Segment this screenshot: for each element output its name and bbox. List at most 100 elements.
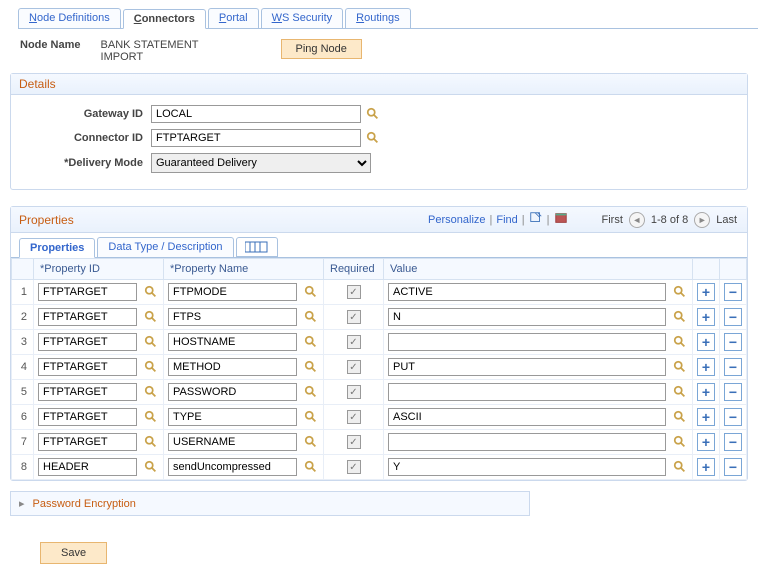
- next-icon[interactable]: ►: [694, 212, 710, 228]
- lookup-icon[interactable]: [303, 334, 319, 350]
- sub-tabs: Properties Data Type / Description: [11, 233, 747, 258]
- value-input[interactable]: [388, 458, 666, 476]
- tab-connectors[interactable]: Connectors: [123, 9, 206, 29]
- add-row-button[interactable]: +: [697, 383, 715, 401]
- row-number: 5: [12, 380, 34, 405]
- find-link[interactable]: Find: [496, 214, 517, 226]
- gateway-id-input[interactable]: [151, 105, 361, 123]
- col-property-id[interactable]: *Property ID: [34, 259, 164, 280]
- password-encryption-label: Password Encryption: [33, 498, 136, 510]
- lookup-icon[interactable]: [303, 384, 319, 400]
- lookup-icon[interactable]: [672, 384, 688, 400]
- password-encryption-section[interactable]: ▸ Password Encryption: [10, 491, 530, 516]
- lookup-icon[interactable]: [303, 309, 319, 325]
- delete-row-button[interactable]: −: [724, 283, 742, 301]
- properties-title: Properties: [19, 213, 74, 227]
- col-required[interactable]: Required: [324, 259, 384, 280]
- col-property-name[interactable]: *Property Name: [164, 259, 324, 280]
- lookup-icon[interactable]: [672, 409, 688, 425]
- ping-node-button[interactable]: Ping Node: [281, 39, 362, 59]
- delete-row-button[interactable]: −: [724, 358, 742, 376]
- expand-icon[interactable]: ▸: [19, 497, 25, 510]
- tab-node-definitions[interactable]: Node Definitions: [18, 8, 121, 28]
- add-row-button[interactable]: +: [697, 433, 715, 451]
- property-id-input[interactable]: [38, 458, 137, 476]
- last-link[interactable]: Last: [716, 214, 737, 226]
- value-input[interactable]: [388, 333, 666, 351]
- lookup-icon[interactable]: [672, 459, 688, 475]
- connector-id-input[interactable]: [151, 129, 361, 147]
- value-input[interactable]: [388, 433, 666, 451]
- lookup-icon[interactable]: [143, 284, 159, 300]
- lookup-icon[interactable]: [303, 359, 319, 375]
- lookup-icon[interactable]: [303, 459, 319, 475]
- save-button[interactable]: Save: [40, 542, 107, 564]
- zoom-icon[interactable]: [529, 211, 543, 228]
- lookup-icon[interactable]: [303, 434, 319, 450]
- add-row-button[interactable]: +: [697, 333, 715, 351]
- property-id-input[interactable]: [38, 433, 137, 451]
- lookup-icon[interactable]: [143, 334, 159, 350]
- property-name-input[interactable]: [168, 433, 297, 451]
- add-row-button[interactable]: +: [697, 358, 715, 376]
- lookup-icon[interactable]: [672, 334, 688, 350]
- subtab-properties[interactable]: Properties: [19, 238, 95, 258]
- lookup-icon[interactable]: [672, 309, 688, 325]
- lookup-icon[interactable]: [672, 284, 688, 300]
- prev-icon[interactable]: ◄: [629, 212, 645, 228]
- delivery-mode-select[interactable]: Guaranteed Delivery: [151, 153, 371, 173]
- property-name-input[interactable]: [168, 308, 297, 326]
- value-input[interactable]: [388, 358, 666, 376]
- lookup-icon[interactable]: [143, 434, 159, 450]
- property-id-input[interactable]: [38, 358, 137, 376]
- lookup-icon[interactable]: [365, 130, 381, 146]
- property-name-input[interactable]: [168, 333, 297, 351]
- col-value[interactable]: Value: [384, 259, 693, 280]
- lookup-icon[interactable]: [303, 409, 319, 425]
- delete-row-button[interactable]: −: [724, 408, 742, 426]
- property-id-input[interactable]: [38, 283, 137, 301]
- value-input[interactable]: [388, 283, 666, 301]
- property-name-input[interactable]: [168, 358, 297, 376]
- property-name-input[interactable]: [168, 283, 297, 301]
- add-row-button[interactable]: +: [697, 283, 715, 301]
- delete-row-button[interactable]: −: [724, 308, 742, 326]
- subtab-datatype[interactable]: Data Type / Description: [97, 237, 233, 257]
- value-input[interactable]: [388, 308, 666, 326]
- lookup-icon[interactable]: [143, 409, 159, 425]
- delete-row-button[interactable]: −: [724, 433, 742, 451]
- property-name-input[interactable]: [168, 383, 297, 401]
- delete-row-button[interactable]: −: [724, 383, 742, 401]
- property-id-input[interactable]: [38, 408, 137, 426]
- property-name-input[interactable]: [168, 408, 297, 426]
- property-name-input[interactable]: [168, 458, 297, 476]
- lookup-icon[interactable]: [143, 309, 159, 325]
- delete-row-button[interactable]: −: [724, 333, 742, 351]
- lookup-icon[interactable]: [143, 459, 159, 475]
- show-all-columns-icon[interactable]: [236, 237, 278, 257]
- property-id-input[interactable]: [38, 333, 137, 351]
- lookup-icon[interactable]: [143, 359, 159, 375]
- lookup-icon[interactable]: [672, 434, 688, 450]
- value-input[interactable]: [388, 408, 666, 426]
- lookup-icon[interactable]: [365, 106, 381, 122]
- required-checkbox: ✓: [347, 385, 361, 399]
- add-row-button[interactable]: +: [697, 408, 715, 426]
- first-link[interactable]: First: [602, 214, 623, 226]
- property-id-input[interactable]: [38, 308, 137, 326]
- property-id-input[interactable]: [38, 383, 137, 401]
- add-row-button[interactable]: +: [697, 308, 715, 326]
- download-icon[interactable]: [554, 211, 568, 228]
- node-name-value: BANK STATEMENT IMPORT: [101, 39, 231, 63]
- tab-portal[interactable]: Portal: [208, 8, 259, 28]
- tab-ws-security[interactable]: WS Security: [261, 8, 344, 28]
- delete-row-button[interactable]: −: [724, 458, 742, 476]
- lookup-icon[interactable]: [303, 284, 319, 300]
- value-input[interactable]: [388, 383, 666, 401]
- grid-toolbar: Personalize | Find | | First ◄ 1-8 of 8 …: [428, 211, 739, 228]
- add-row-button[interactable]: +: [697, 458, 715, 476]
- lookup-icon[interactable]: [672, 359, 688, 375]
- personalize-link[interactable]: Personalize: [428, 214, 485, 226]
- tab-routings[interactable]: Routings: [345, 8, 410, 28]
- lookup-icon[interactable]: [143, 384, 159, 400]
